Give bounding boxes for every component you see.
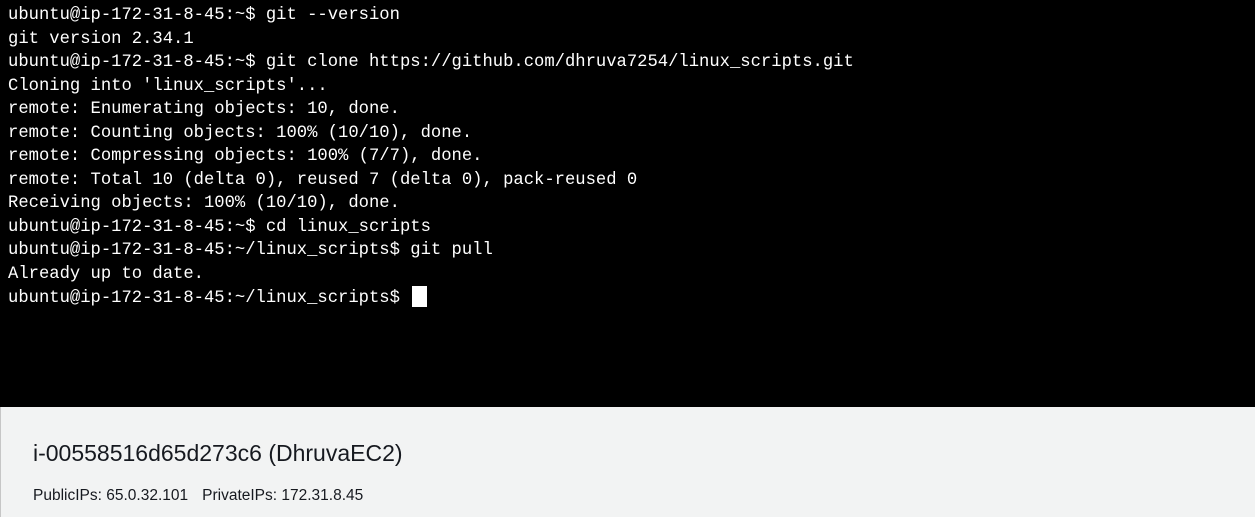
terminal-line: Receiving objects: 100% (10/10), done. bbox=[8, 192, 1255, 216]
terminal-prompt: ubuntu@ip-172-31-8-45:~/linux_scripts$ bbox=[8, 289, 411, 308]
terminal-line: ubuntu@ip-172-31-8-45:~$ git clone https… bbox=[8, 51, 1255, 75]
terminal-cursor bbox=[412, 286, 428, 307]
terminal-line: remote: Compressing objects: 100% (7/7),… bbox=[8, 145, 1255, 169]
terminal-line-text: remote: Counting objects: 100% (10/10), … bbox=[8, 123, 473, 143]
private-ips-label: PrivateIPs: bbox=[202, 487, 278, 504]
public-ips: PublicIPs: 65.0.32.101 bbox=[33, 487, 188, 505]
terminal-line: ubuntu@ip-172-31-8-45:~$ cd linux_script… bbox=[8, 216, 1255, 240]
terminal[interactable]: ubuntu@ip-172-31-8-45:~$ git --version g… bbox=[0, 0, 1255, 407]
public-ips-label: PublicIPs: bbox=[33, 487, 102, 504]
terminal-line: ubuntu@ip-172-31-8-45:~/linux_scripts$ g… bbox=[8, 239, 1255, 263]
public-ips-value: 65.0.32.101 bbox=[106, 487, 189, 504]
terminal-line-text: Already up to date. bbox=[8, 264, 204, 284]
instance-info-panel: i-00558516d65d273c6 (DhruvaEC2) PublicIP… bbox=[0, 407, 1255, 517]
terminal-line: remote: Enumerating objects: 10, done. bbox=[8, 98, 1255, 122]
terminal-line: remote: Total 10 (delta 0), reused 7 (de… bbox=[8, 169, 1255, 193]
terminal-line-text: ubuntu@ip-172-31-8-45:~/linux_scripts$ g… bbox=[8, 241, 493, 260]
private-ips: PrivateIPs: 172.31.8.45 bbox=[202, 487, 363, 505]
terminal-line-text: Cloning into 'linux_scripts'... bbox=[8, 76, 328, 96]
ec2-instance-connect-window: ubuntu@ip-172-31-8-45:~$ git --version g… bbox=[0, 0, 1255, 517]
terminal-line-text: ubuntu@ip-172-31-8-45:~$ cd linux_script… bbox=[8, 217, 431, 237]
terminal-line-text: Receiving objects: 100% (10/10), done. bbox=[8, 194, 400, 213]
terminal-line: Cloning into 'linux_scripts'... bbox=[8, 75, 1255, 99]
terminal-prompt-line[interactable]: ubuntu@ip-172-31-8-45:~/linux_scripts$ bbox=[8, 286, 1255, 310]
terminal-line-text: ubuntu@ip-172-31-8-45:~$ git --version bbox=[8, 6, 400, 25]
terminal-line-text: ubuntu@ip-172-31-8-45:~$ git clone https… bbox=[8, 53, 854, 72]
terminal-line: git version 2.34.1 bbox=[8, 28, 1255, 52]
terminal-line: remote: Counting objects: 100% (10/10), … bbox=[8, 122, 1255, 146]
terminal-line-text: git version 2.34.1 bbox=[8, 29, 194, 49]
instance-ip-row: PublicIPs: 65.0.32.101 PrivateIPs: 172.31… bbox=[33, 487, 363, 505]
terminal-line-text: remote: Total 10 (delta 0), reused 7 (de… bbox=[8, 170, 638, 190]
terminal-line: Already up to date. bbox=[8, 263, 1255, 287]
terminal-line-text: remote: Enumerating objects: 10, done. bbox=[8, 100, 400, 119]
terminal-line-text: remote: Compressing objects: 100% (7/7),… bbox=[8, 147, 483, 166]
private-ips-value: 172.31.8.45 bbox=[281, 487, 364, 504]
terminal-line: ubuntu@ip-172-31-8-45:~$ git --version bbox=[8, 4, 1255, 28]
instance-title: i-00558516d65d273c6 (DhruvaEC2) bbox=[33, 440, 403, 466]
